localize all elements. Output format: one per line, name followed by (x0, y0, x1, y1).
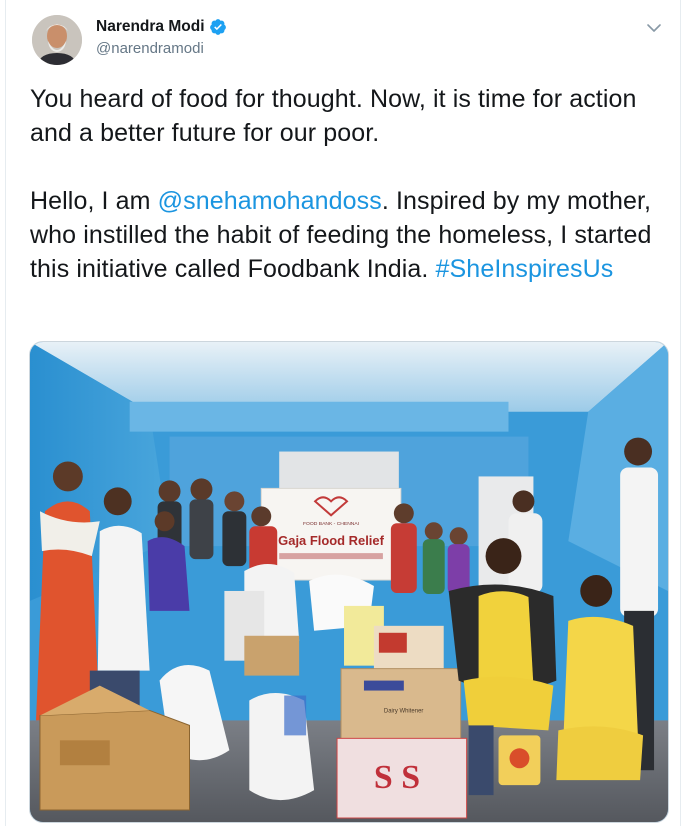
verified-badge-icon (209, 19, 226, 35)
author-avatar[interactable] (32, 15, 82, 65)
box-dairy-label: Dairy Whitener (384, 708, 424, 714)
author-block: Narendra Modi @narendramodi (96, 16, 227, 57)
author-name[interactable]: Narendra Modi (96, 18, 205, 36)
tweet-text: You heard of food for thought. Now, it i… (30, 82, 660, 286)
banner-org-text: FOOD BANK - CHENNAI (303, 521, 359, 527)
mention-link[interactable]: @snehamohandoss (158, 187, 382, 215)
tweet-card: Narendra Modi @narendramodi You heard of… (5, 0, 681, 826)
author-handle[interactable]: @narendramodi (96, 40, 227, 57)
photo-illustration: FOOD BANK - CHENNAI Gaja Flood Relief Da… (30, 342, 668, 822)
tweet-paragraph-2: Hello, I am @snehamohandoss. Inspired by… (30, 184, 660, 286)
hashtag-link[interactable]: #SheInspiresUs (436, 255, 614, 283)
tweet-paragraph-1: You heard of food for thought. Now, it i… (30, 85, 637, 147)
avatar-image (32, 15, 82, 65)
box-ss-label: S S (374, 759, 420, 796)
tweet-photo[interactable]: FOOD BANK - CHENNAI Gaja Flood Relief Da… (29, 341, 669, 823)
banner-title-text: Gaja Flood Relief (278, 533, 384, 548)
name-row: Narendra Modi (96, 16, 227, 38)
chevron-down-icon[interactable] (646, 20, 662, 36)
tweet-text-prefix: Hello, I am (30, 187, 158, 215)
